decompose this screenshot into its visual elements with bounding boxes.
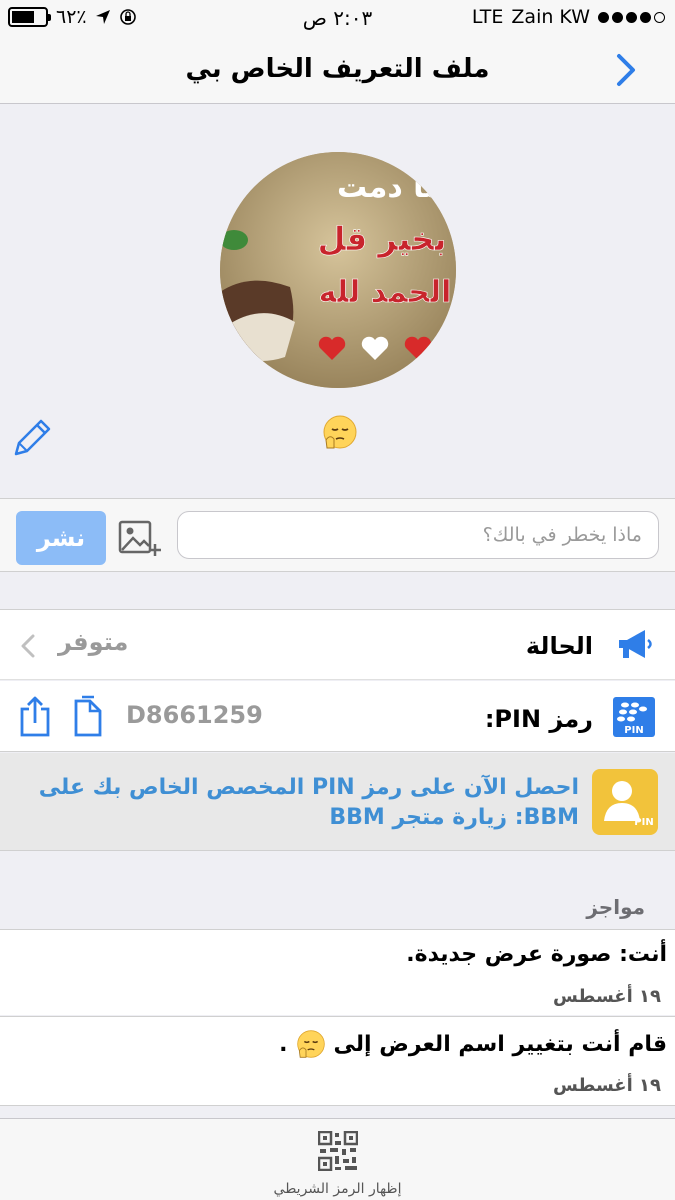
barcode-tab-label[interactable]: إظهار الرمز الشريطي [0, 1181, 675, 1197]
status-label: الحالة [525, 632, 593, 660]
profile-avatar[interactable]: ما دمت بخير قل الحمد لله [220, 152, 456, 388]
feed-item[interactable]: قام أنت بتغيير اسم العرض إلى 😔. . ١٩ أغس… [0, 1016, 675, 1106]
svg-text:PIN: PIN [624, 725, 643, 736]
pin-value: D8661259 [126, 701, 263, 729]
qr-code-icon[interactable] [318, 1131, 358, 1171]
pensive-face-icon [323, 415, 357, 449]
promo-text[interactable]: احصل الآن على رمز PIN المخصص الخاص بك عل… [19, 773, 579, 833]
carrier-name: Zain KW [511, 6, 590, 28]
avatar-image: ما دمت بخير قل الحمد لله [220, 152, 456, 388]
status-row[interactable]: متوفر الحالة [0, 609, 675, 680]
chevron-left-icon [21, 634, 35, 658]
avatar-text-1: ما دمت [337, 170, 443, 205]
nav-bar: ملف التعريف الخاص بي [0, 36, 675, 104]
avatar-text-2: بخير قل [318, 220, 447, 258]
feed-item-text: أنت: صورة عرض جديدة. [406, 942, 667, 967]
post-button[interactable]: نشر [16, 511, 106, 565]
pensive-face-icon [296, 1030, 325, 1058]
status-value: متوفر [58, 628, 129, 656]
megaphone-icon [619, 630, 652, 658]
pin-label: رمز PIN: [484, 705, 593, 733]
feed-item[interactable]: أنت: صورة عرض جديدة. ١٩ أغسطس [0, 929, 675, 1015]
post-input[interactable]: ماذا يخطر في بالك؟ [177, 511, 659, 559]
pin-promo-banner[interactable]: PIN احصل الآن على رمز PIN المخصص الخاص ب… [0, 753, 675, 851]
signal-icon [598, 11, 665, 23]
avatar-text-3: الحمد لله [319, 275, 452, 310]
status-right: LTE Zain KW [472, 6, 665, 28]
feed-item-date: ١٩ أغسطس [552, 986, 661, 1007]
status-bar: ٦٢٪ ٢:٠٣ ص LTE Zain KW [0, 0, 675, 36]
pin-avatar-icon: PIN [592, 769, 658, 835]
feed-item-text: قام أنت بتغيير اسم العرض إلى 😔. . [279, 1029, 667, 1059]
copy-icon[interactable] [70, 695, 108, 739]
post-composer: نشر ماذا يخطر في بالك؟ [0, 498, 675, 572]
share-icon[interactable] [18, 695, 52, 739]
page-title: ملف التعريف الخاص بي [185, 54, 490, 84]
feed-item-date: ١٩ أغسطس [552, 1075, 661, 1096]
feed-section-title: مواجز [586, 895, 645, 919]
pencil-icon[interactable] [10, 416, 54, 460]
network-type: LTE [471, 6, 504, 28]
add-image-icon[interactable] [118, 518, 164, 558]
chevron-right-icon[interactable] [607, 50, 647, 90]
bbm-pin-icon: PIN [613, 697, 655, 737]
pin-row: D8661259 رمز PIN: PIN [0, 681, 675, 752]
barcode-tab-bar[interactable]: إظهار الرمز الشريطي [0, 1118, 675, 1200]
svg-text:PIN: PIN [634, 817, 653, 828]
